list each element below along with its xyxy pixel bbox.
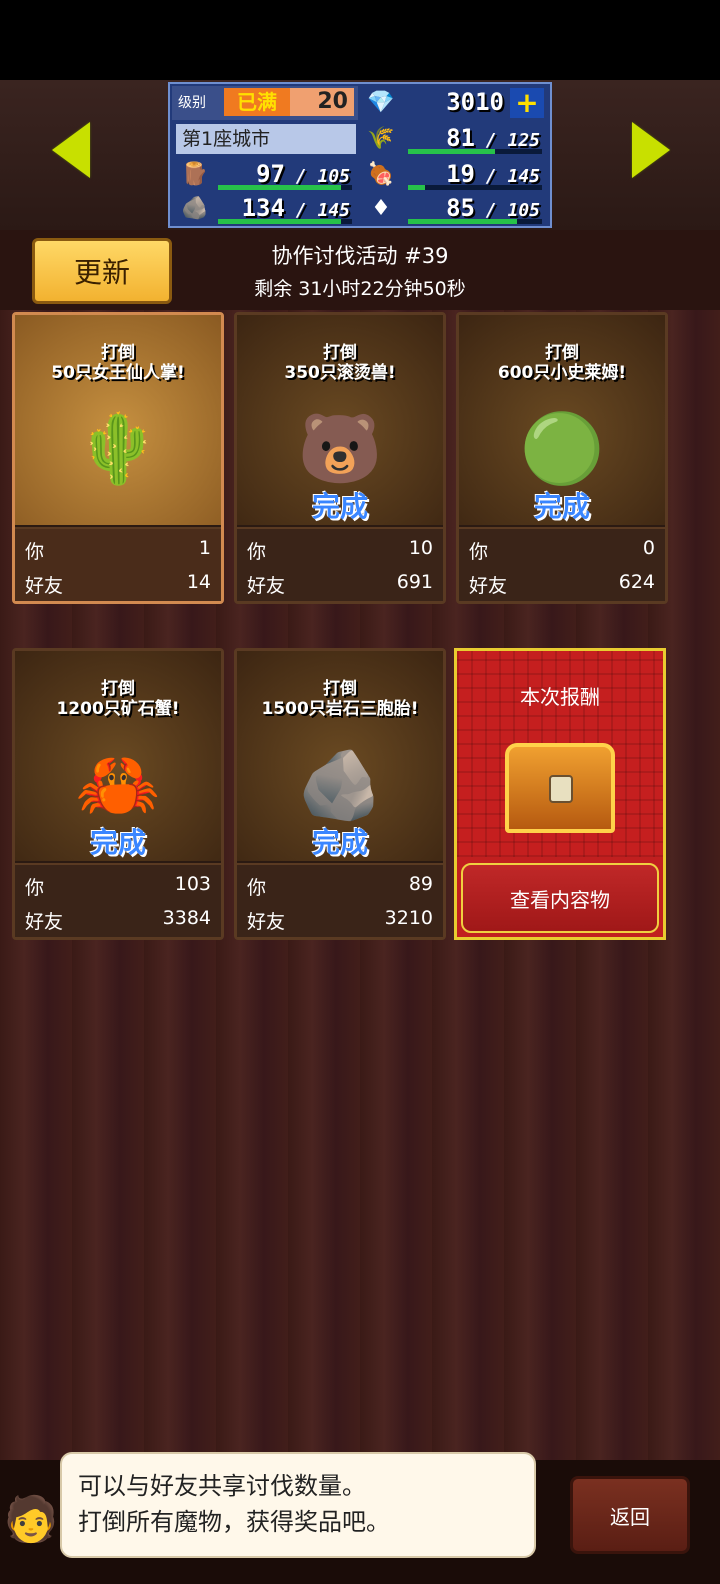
event-title: 协作讨伐活动 #39 <box>271 244 449 268</box>
next-city-arrow-icon[interactable] <box>632 122 670 178</box>
you-count: 0 <box>642 537 655 559</box>
level-value: 20 <box>290 88 354 116</box>
wood-icon: 🪵 <box>181 161 209 187</box>
quest-card[interactable]: 🌵 打倒 50只女王仙人掌! 你 1 好友 14 <box>12 312 224 604</box>
level-max-badge: 已满 <box>224 88 290 116</box>
reward-title: 本次报酬 <box>520 685 600 709</box>
hint-line-2: 打倒所有魔物，获得奖品吧。 <box>78 1508 390 1536</box>
crab-monster-icon: 🦀 <box>75 746 161 825</box>
you-label: 你 <box>469 541 489 563</box>
you-count: 89 <box>408 873 433 895</box>
stone-cell: 134 / 145 <box>214 192 358 226</box>
friends-count: 3210 <box>384 907 433 929</box>
ruby-value: 85 <box>446 194 475 222</box>
ruby-icon: ♦ <box>371 195 391 221</box>
friends-label: 好友 <box>25 911 64 933</box>
task-text: 打倒 1200只矿石蟹! <box>56 679 180 719</box>
wood-bar <box>218 185 342 190</box>
friends-label: 好友 <box>247 911 286 933</box>
ruby-max: 105 <box>507 200 540 221</box>
you-count: 103 <box>174 873 211 895</box>
back-button[interactable]: 返回 <box>570 1476 690 1554</box>
food-value: 19 <box>446 160 475 188</box>
food-bar <box>408 185 426 190</box>
prev-city-arrow-icon[interactable] <box>52 122 90 178</box>
quest-card[interactable]: 🪨 打倒 1500只岩石三胞胎! 完成 你 89 好友 3210 <box>234 648 446 940</box>
friends-label: 好友 <box>469 575 508 597</box>
you-label: 你 <box>25 541 45 563</box>
friends-count: 3384 <box>162 907 211 929</box>
you-label: 你 <box>247 541 267 563</box>
task-text: 打倒 350只滚烫兽! <box>284 343 396 383</box>
add-gems-button[interactable]: + <box>510 88 544 118</box>
view-contents-button[interactable]: 查看内容物 <box>461 863 659 933</box>
grass-value: 81 <box>446 124 475 152</box>
cactus-monster-icon: 🌵 <box>75 410 161 489</box>
friends-count: 624 <box>618 571 655 593</box>
ruby-cell: 85 / 105 <box>404 192 548 226</box>
grass-cell: 81 / 125 <box>404 122 548 156</box>
task-text: 打倒 50只女王仙人掌! <box>51 343 185 383</box>
gems-cell: 3010 + <box>404 86 548 120</box>
city-name: 第1座城市 <box>176 124 356 154</box>
wood-max: 105 <box>317 166 350 187</box>
event-remaining-time: 剩余 31小时22分钟50秒 <box>254 278 466 300</box>
friends-label: 好友 <box>247 575 286 597</box>
treasure-chest-icon <box>505 743 615 833</box>
slime-monster-icon: 🟢 <box>519 410 605 489</box>
completed-label: 完成 <box>311 826 368 859</box>
refresh-button[interactable]: 更新 <box>32 238 172 304</box>
stone-max: 145 <box>317 200 350 221</box>
quest-card[interactable]: 🦀 打倒 1200只矿石蟹! 完成 你 103 好友 3384 <box>12 648 224 940</box>
you-label: 你 <box>247 877 267 899</box>
you-count: 1 <box>198 537 211 559</box>
city-cell: 第1座城市 <box>172 122 358 156</box>
grass-bar <box>408 149 496 154</box>
quest-card[interactable]: 🐻 打倒 350只滚烫兽! 完成 你 10 好友 691 <box>234 312 446 604</box>
advisor-avatar-icon: 🧑 <box>3 1494 59 1545</box>
completed-label: 完成 <box>89 826 146 859</box>
completed-label: 完成 <box>533 490 590 523</box>
level-label: 级别 <box>178 95 206 111</box>
rock-triplets-monster-icon: 🪨 <box>297 746 383 825</box>
food-icon: 🍖 <box>367 161 395 187</box>
grass-icon: 🌾 <box>367 125 395 151</box>
level-cell: 级别 已满 20 <box>172 86 358 120</box>
hint-bubble: 可以与好友共享讨伐数量。 打倒所有魔物，获得奖品吧。 <box>60 1452 536 1558</box>
gems-value: 3010 <box>446 88 504 116</box>
you-label: 你 <box>25 877 45 899</box>
lock-icon <box>549 775 573 803</box>
friends-count: 14 <box>186 571 211 593</box>
grass-max: 125 <box>507 130 540 151</box>
top-panel: 级别 已满 20 💎 3010 + 第1座城市 🌾 81 / 125 🪵 97 … <box>0 80 720 230</box>
wood-value: 97 <box>256 160 285 188</box>
friends-label: 好友 <box>25 575 64 597</box>
quest-card[interactable]: 🟢 打倒 600只小史莱姆! 完成 你 0 好友 624 <box>456 312 668 604</box>
footer: 🧑 可以与好友共享讨伐数量。 打倒所有魔物，获得奖品吧。 返回 <box>0 1452 720 1584</box>
stone-icon: 🪨 <box>181 195 209 221</box>
ruby-bar <box>408 219 517 224</box>
hint-line-1: 可以与好友共享讨伐数量。 <box>78 1472 366 1500</box>
you-count: 10 <box>408 537 433 559</box>
event-header: 更新 协作讨伐活动 #39 剩余 31小时22分钟50秒 <box>0 230 720 310</box>
hot-beast-monster-icon: 🐻 <box>297 410 383 489</box>
wood-cell: 97 / 105 <box>214 158 358 192</box>
friends-count: 691 <box>396 571 433 593</box>
food-cell: 19 / 145 <box>404 158 548 192</box>
task-text: 打倒 1500只岩石三胞胎! <box>261 679 419 719</box>
stone-bar <box>218 219 342 224</box>
completed-label: 完成 <box>311 490 368 523</box>
stone-value: 134 <box>241 194 285 222</box>
stats-panel: 级别 已满 20 💎 3010 + 第1座城市 🌾 81 / 125 🪵 97 … <box>168 82 552 228</box>
status-bar <box>0 0 720 80</box>
gem-icon: 💎 <box>367 89 395 115</box>
reward-card[interactable]: 本次报酬 查看内容物 <box>454 648 666 940</box>
task-text: 打倒 600只小史莱姆! <box>497 343 627 383</box>
food-max: 145 <box>507 166 540 187</box>
